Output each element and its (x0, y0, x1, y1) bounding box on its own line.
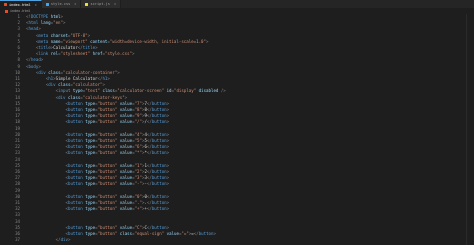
close-icon[interactable]: × (114, 2, 116, 6)
css-file-icon (45, 2, 49, 6)
close-icon[interactable]: × (74, 2, 76, 6)
tab-script-js[interactable]: script.js × (81, 0, 122, 8)
code-editor[interactable]: 1 <!DOCTYPE html> 2 <html lang="en"> 3 <head>… (0, 14, 474, 245)
tab-label: script.js (90, 2, 110, 6)
html-file-icon (5, 9, 8, 13)
js-file-icon (85, 2, 89, 6)
tab-style-css[interactable]: style.css × (41, 0, 82, 8)
tab-index-html[interactable]: index.html × (0, 0, 42, 8)
code-line: 37 </div> (0, 237, 474, 243)
tab-label: style.css (50, 2, 71, 6)
close-icon[interactable]: × (35, 3, 37, 7)
code-text: </div> (55, 237, 71, 243)
editor-tab-bar: index.html × style.css × script.js × (0, 0, 474, 8)
html-file-icon (4, 3, 7, 6)
tab-label: index.html (9, 2, 31, 7)
line-number: 37 (15, 237, 20, 243)
breadcrumb-file[interactable]: index.html (10, 9, 30, 13)
vertical-scrollbar[interactable] (466, 14, 474, 245)
